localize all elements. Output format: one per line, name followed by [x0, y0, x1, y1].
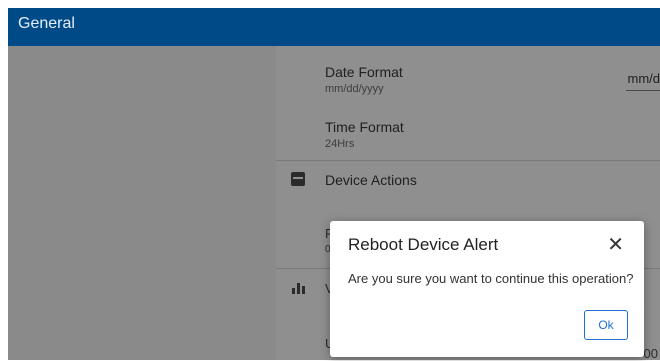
time-format-label: Time Format	[325, 119, 404, 135]
date-format-label: Date Format	[325, 64, 403, 80]
time-format-value: 24Hrs	[325, 138, 404, 150]
date-format-field-underline	[626, 90, 660, 91]
ok-button[interactable]: Ok	[584, 310, 628, 340]
dialog-title: Reboot Device Alert	[348, 235, 498, 255]
hidden-item-right-value: 00	[644, 346, 658, 361]
device-actions-icon	[290, 171, 306, 187]
reboot-alert-dialog: Reboot Device Alert ✕ Are you sure you w…	[330, 221, 644, 357]
top-strip	[0, 0, 660, 8]
dialog-message: Are you sure you want to continue this o…	[348, 271, 633, 286]
close-icon[interactable]: ✕	[607, 232, 624, 257]
app-bar: General	[8, 8, 660, 46]
date-format-setting[interactable]: Date Format mm/dd/yyyy	[325, 64, 403, 95]
page-title: General	[18, 15, 75, 33]
date-format-field[interactable]: mm/d	[628, 71, 660, 86]
left-navigation-pane	[8, 46, 276, 360]
section-divider	[276, 160, 660, 161]
time-format-setting[interactable]: Time Format 24Hrs	[325, 119, 404, 150]
device-actions-label: Device Actions	[325, 172, 417, 188]
statistics-icon	[290, 280, 306, 296]
date-format-value: mm/dd/yyyy	[325, 83, 403, 95]
device-actions-header: Device Actions	[325, 172, 417, 188]
